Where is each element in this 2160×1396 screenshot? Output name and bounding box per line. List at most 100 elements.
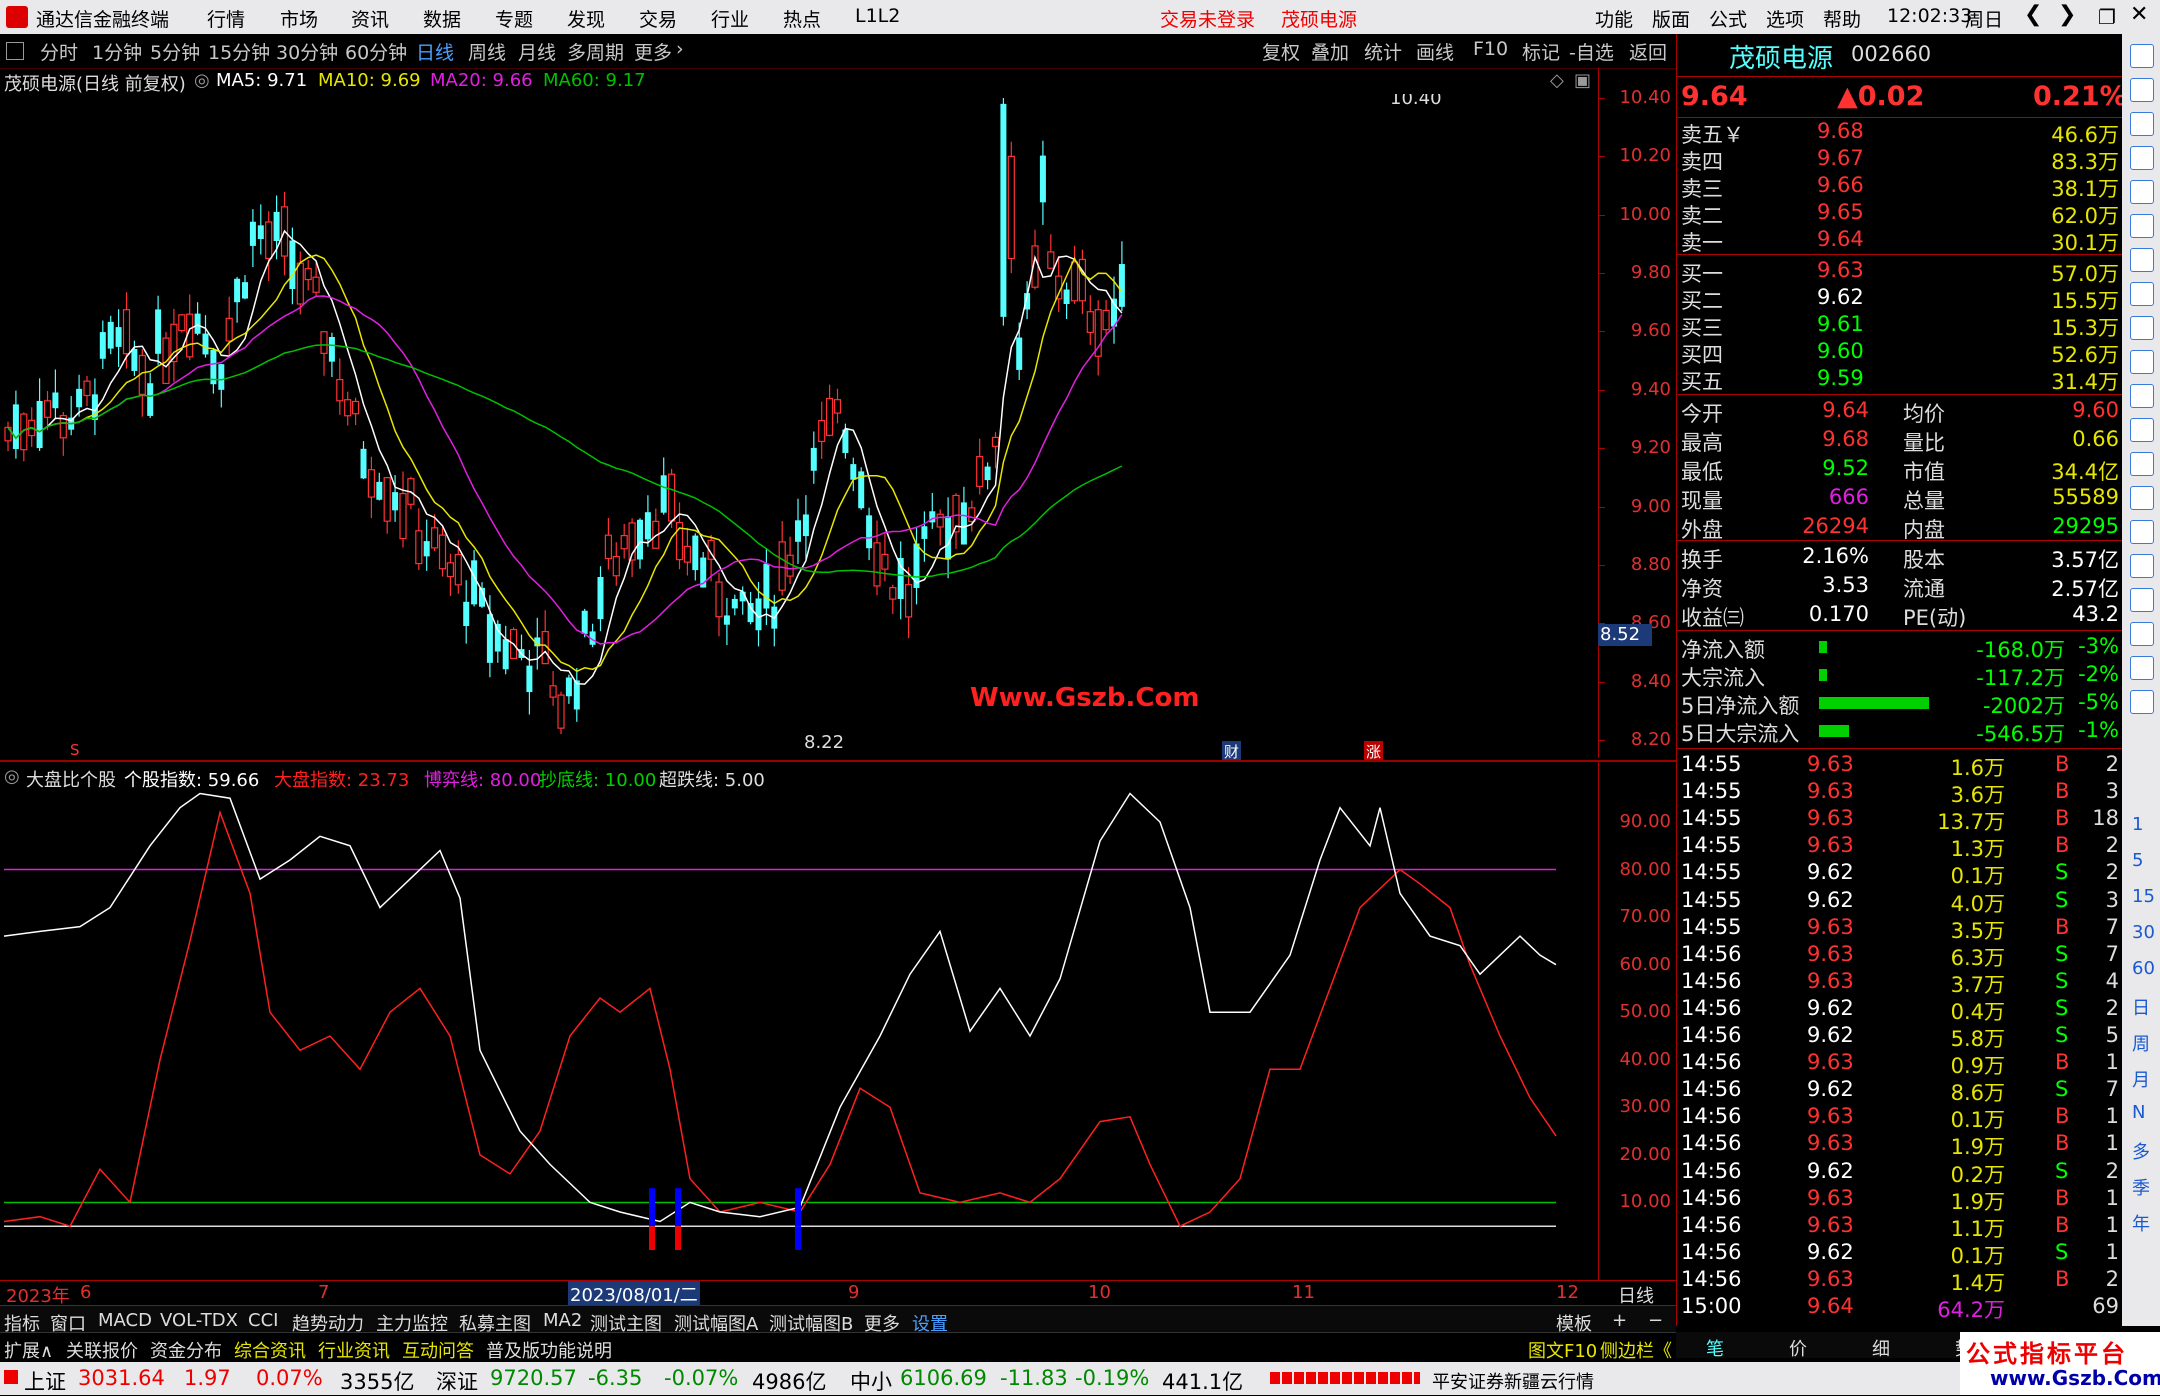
- RSI-icon[interactable]: [2130, 588, 2154, 612]
- menu-redian[interactable]: 热点: [783, 5, 821, 32]
- chart-icon[interactable]: [2130, 214, 2154, 238]
- tab-vol[interactable]: VOL-TDX: [160, 1310, 238, 1331]
- F2-icon[interactable]: [2130, 452, 2154, 476]
- side-period-11[interactable]: 年: [2132, 1210, 2150, 1236]
- return-button[interactable]: 返回: [1629, 38, 1667, 65]
- menu-bangzhu[interactable]: 帮助: [1823, 5, 1861, 32]
- menu-gongshi[interactable]: 公式: [1709, 5, 1747, 32]
- sort-icon[interactable]: [2130, 418, 2154, 442]
- bid-row[interactable]: 买三 9.61 15.3万: [1677, 311, 2127, 340]
- tab-related-quotes[interactable]: 关联报价: [66, 1337, 138, 1363]
- zx-label[interactable]: 中小: [850, 1366, 892, 1396]
- draw-button[interactable]: 画线: [1416, 38, 1454, 65]
- ask-row[interactable]: 卖三 9.66 38.1万: [1677, 172, 2127, 201]
- period-60min[interactable]: 60分钟: [345, 38, 407, 65]
- move-icon[interactable]: [2130, 656, 2154, 680]
- ask-row[interactable]: 卖二 9.65 62.0万: [1677, 199, 2127, 228]
- menu-jiaoyi[interactable]: 交易: [639, 5, 677, 32]
- tab-industry-news[interactable]: 行业资讯: [318, 1337, 390, 1363]
- side-period-3[interactable]: 30: [2132, 922, 2155, 943]
- period-monthly[interactable]: 月线: [518, 38, 556, 65]
- tab-ma2[interactable]: MA2: [543, 1310, 582, 1331]
- bid-row[interactable]: 买五 9.59 31.4万: [1677, 365, 2127, 394]
- chevron-right-icon[interactable]: ›: [676, 38, 684, 60]
- candlestick-chart[interactable]: 10.40 8.22: [0, 94, 1598, 759]
- info-icon[interactable]: [2130, 282, 2154, 306]
- trade-login-notice[interactable]: 交易未登录: [1160, 5, 1255, 32]
- sub-settings-icon[interactable]: ◎: [4, 766, 20, 787]
- search-icon[interactable]: [2130, 520, 2154, 544]
- up-icon[interactable]: [2130, 78, 2154, 102]
- side-period-8[interactable]: N: [2132, 1102, 2145, 1123]
- detail-tab-1[interactable]: 价: [1789, 1335, 1807, 1361]
- period-15min[interactable]: 15分钟: [208, 38, 270, 65]
- tab-guide[interactable]: 普及版功能说明: [486, 1337, 612, 1363]
- pen-icon[interactable]: [2130, 690, 2154, 714]
- f10-button[interactable]: F10: [1473, 38, 1508, 60]
- tab-f10[interactable]: 图文F10: [1528, 1337, 1597, 1363]
- tick-list[interactable]: 14:55 9.63 1.6万 B 2 14:55 9.63 3.6万 B 3 14:55 9.63 1…: [1677, 748, 2123, 1322]
- money-icon[interactable]: [2130, 554, 2154, 578]
- finance-marker[interactable]: 财: [1222, 741, 1242, 762]
- F10-icon[interactable]: [2130, 350, 2154, 374]
- menu-xuanxiang[interactable]: 选项: [1766, 5, 1804, 32]
- side-period-7[interactable]: 月: [2132, 1066, 2150, 1092]
- close-icon[interactable]: ✕: [2130, 2, 2148, 27]
- ask-row[interactable]: 卖四 9.67 83.3万: [1677, 145, 2127, 174]
- pane-divider[interactable]: [0, 760, 1676, 762]
- tab-sidebar[interactable]: 侧边栏《: [1600, 1337, 1672, 1363]
- bid-row[interactable]: 买二 9.62 15.5万: [1677, 284, 2127, 313]
- period-more[interactable]: 更多: [634, 38, 672, 65]
- menu-zhuanti[interactable]: 专题: [495, 5, 533, 32]
- limit-up-marker[interactable]: 涨: [1364, 741, 1384, 762]
- fuquan-button[interactable]: 复权: [1262, 38, 1300, 65]
- sz-label[interactable]: 深证: [436, 1366, 478, 1396]
- menu-l1l2[interactable]: L1L2: [855, 5, 900, 27]
- tab-macd[interactable]: MACD: [98, 1310, 152, 1331]
- add-pane-button[interactable]: +: [1612, 1310, 1627, 1331]
- panel-square-icon[interactable]: ▣: [1574, 70, 1591, 91]
- side-period-1[interactable]: 5: [2132, 850, 2143, 871]
- restore-icon[interactable]: ❐: [2098, 5, 2116, 29]
- bid-row[interactable]: 买一 9.63 57.0万: [1677, 257, 2127, 286]
- back-icon[interactable]: ❮: [2024, 2, 2042, 27]
- menu-gongneng[interactable]: 功能: [1595, 5, 1633, 32]
- diamond-icon[interactable]: ◇: [1550, 70, 1564, 91]
- menu-shuju[interactable]: 数据: [423, 5, 461, 32]
- period-30min[interactable]: 30分钟: [276, 38, 338, 65]
- period-daily[interactable]: 日线: [416, 38, 454, 65]
- stats-button[interactable]: 统计: [1364, 38, 1402, 65]
- period-weekly[interactable]: 周线: [468, 38, 506, 65]
- remove-pane-button[interactable]: −: [1648, 1310, 1663, 1331]
- forward-icon[interactable]: ❯: [2058, 2, 2076, 27]
- side-period-2[interactable]: 15: [2132, 886, 2155, 907]
- detail-tab-0[interactable]: 笔: [1706, 1335, 1724, 1361]
- news-icon[interactable]: [2130, 316, 2154, 340]
- sc-icon[interactable]: [2130, 486, 2154, 510]
- rank-icon[interactable]: [2130, 384, 2154, 408]
- sh-label[interactable]: 上证: [24, 1366, 66, 1396]
- side-period-5[interactable]: 日: [2132, 994, 2150, 1020]
- arrow-up-icon[interactable]: [2130, 44, 2154, 68]
- period-1min[interactable]: 1分钟: [92, 38, 142, 65]
- tab-fund-dist[interactable]: 资金分布: [150, 1337, 222, 1363]
- side-period-10[interactable]: 季: [2132, 1174, 2150, 1200]
- tab-news[interactable]: 综合资讯: [234, 1337, 306, 1363]
- tab-expand[interactable]: 扩展∧: [4, 1337, 53, 1363]
- current-stock-notice[interactable]: 茂硕电源: [1281, 5, 1357, 32]
- detail-tab-2[interactable]: 细: [1872, 1335, 1890, 1361]
- indicator-chart[interactable]: [0, 790, 1598, 1280]
- ask-row[interactable]: 卖一 9.64 30.1万: [1677, 226, 2127, 255]
- menu-hangye[interactable]: 行业: [711, 5, 749, 32]
- side-period-4[interactable]: 60: [2132, 958, 2155, 979]
- watchlist-button[interactable]: -自选: [1569, 38, 1614, 65]
- period-fenshi[interactable]: 分时: [40, 38, 78, 65]
- tab-cci[interactable]: CCI: [248, 1310, 278, 1331]
- list-icon[interactable]: [2130, 146, 2154, 170]
- menu-hangqing[interactable]: 行情: [207, 5, 245, 32]
- alert-icon[interactable]: [2130, 622, 2154, 646]
- overlay-button[interactable]: 叠加: [1311, 38, 1349, 65]
- bar-icon[interactable]: [2130, 180, 2154, 204]
- k-icon[interactable]: [2130, 248, 2154, 272]
- bid-row[interactable]: 买四 9.60 52.6万: [1677, 338, 2127, 367]
